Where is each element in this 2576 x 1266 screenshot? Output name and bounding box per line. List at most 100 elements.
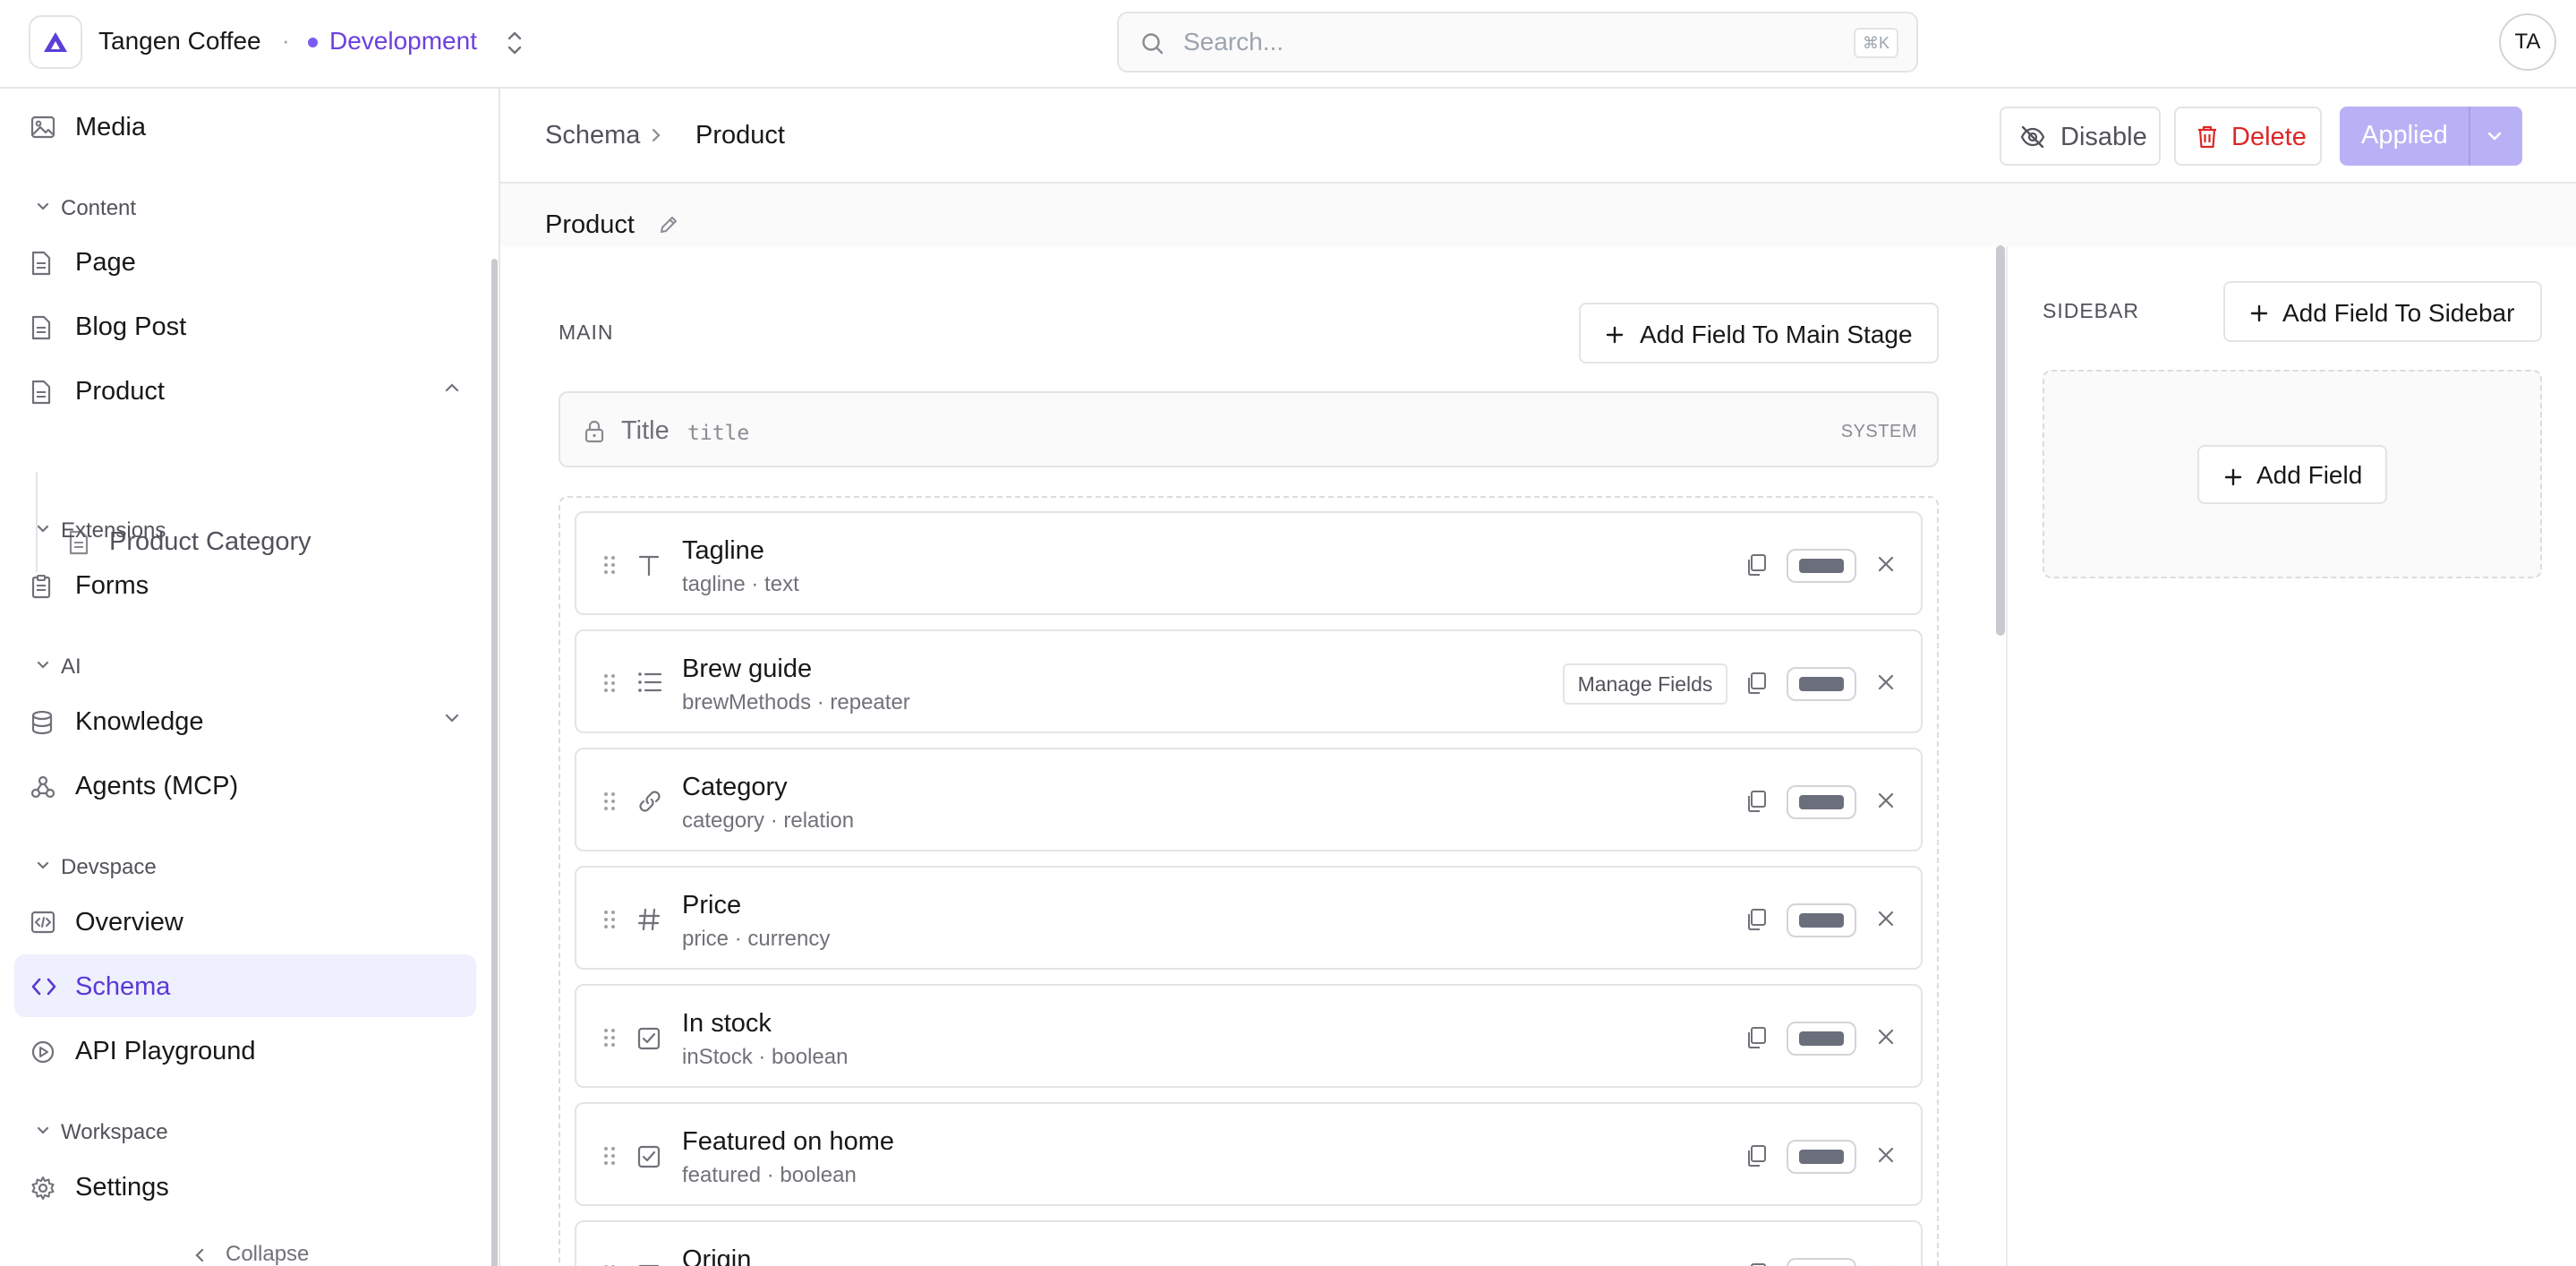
org-name[interactable]: Tangen Coffee — [98, 27, 261, 56]
field-card-brew-guide[interactable]: Brew guide brewMethods · repeater Manage… — [575, 629, 1923, 733]
database-icon — [30, 710, 54, 735]
sidebar-item-agents[interactable]: Agents (MCP) — [14, 754, 476, 817]
field-card-price[interactable]: Price price · currency — [575, 866, 1923, 970]
manage-fields-button[interactable]: Manage Fields — [1563, 663, 1727, 705]
sidebar-scrollbar[interactable] — [491, 259, 498, 1266]
list-icon — [637, 671, 662, 694]
chevron-down-icon[interactable] — [444, 713, 460, 723]
add-field-to-sidebar-button[interactable]: Add Field To Sidebar — [2223, 281, 2542, 342]
field-toggle[interactable] — [1787, 667, 1856, 701]
field-card-in-stock[interactable]: In stock inStock · boolean — [575, 984, 1923, 1088]
drag-handle-icon[interactable] — [603, 791, 616, 812]
close-icon[interactable] — [1876, 554, 1896, 574]
copy-icon[interactable] — [1745, 908, 1767, 931]
sidebar-item-forms[interactable]: Forms — [14, 553, 476, 616]
main-stage-scrollbar[interactable] — [1996, 245, 2005, 636]
drag-handle-icon[interactable] — [603, 554, 616, 576]
field-card-featured[interactable]: Featured on home featured · boolean — [575, 1102, 1923, 1206]
field-card-category[interactable]: Category category · relation — [575, 748, 1923, 851]
plus-icon — [2224, 468, 2242, 486]
add-field-button[interactable]: Add Field — [2197, 445, 2387, 504]
hash-icon — [637, 907, 661, 932]
plus-icon — [1606, 326, 1624, 344]
chevron-left-icon — [193, 1247, 206, 1263]
sidebar-item-schema[interactable]: Schema — [14, 954, 476, 1017]
disable-button[interactable]: Disable — [2000, 107, 2161, 166]
search-shortcut-badge: ⌘K — [1853, 28, 1898, 58]
chevron-down-icon — [36, 1125, 50, 1136]
logo[interactable] — [29, 15, 82, 69]
close-icon[interactable] — [1876, 1145, 1896, 1165]
sidebar-item-product[interactable]: Product — [14, 359, 476, 422]
drag-handle-icon[interactable] — [603, 1145, 616, 1167]
close-icon[interactable] — [1876, 791, 1896, 810]
copy-icon[interactable] — [1745, 553, 1767, 577]
sidebar-item-label: Settings — [75, 1173, 169, 1202]
close-icon[interactable] — [1876, 909, 1896, 928]
sidebar-item-label: Overview — [75, 908, 183, 937]
add-field-to-sidebar-label: Add Field To Sidebar — [2282, 299, 2515, 327]
search-box[interactable]: ⌘K — [1117, 12, 1918, 73]
delete-label: Delete — [2231, 123, 2307, 151]
avatar[interactable]: TA — [2499, 13, 2556, 71]
text-type-icon — [637, 1262, 661, 1266]
drag-handle-icon[interactable] — [603, 672, 616, 694]
copy-icon[interactable] — [1745, 1026, 1767, 1049]
sidebar-item-page[interactable]: Page — [14, 230, 476, 293]
field-toggle[interactable] — [1787, 785, 1856, 819]
lock-icon — [584, 420, 605, 443]
trash-icon — [2196, 124, 2219, 150]
field-card-tagline[interactable]: Tagline tagline · text — [575, 511, 1923, 615]
copy-icon[interactable] — [1745, 790, 1767, 813]
field-meta: price · currency — [682, 927, 831, 951]
toggle-knob — [1799, 913, 1844, 928]
chevron-down-icon — [36, 860, 50, 871]
main-stage-label: MAIN — [559, 321, 614, 344]
applied-button[interactable]: Applied — [2340, 107, 2522, 166]
field-toggle[interactable] — [1787, 1258, 1856, 1266]
link-icon — [637, 789, 662, 814]
field-toggle[interactable] — [1787, 1022, 1856, 1056]
field-toggle[interactable] — [1787, 549, 1856, 583]
text-type-icon — [637, 552, 661, 577]
delete-button[interactable]: Delete — [2174, 107, 2322, 166]
schema-title-bar: Product — [500, 184, 2576, 246]
sidebar-item-knowledge[interactable]: Knowledge — [14, 689, 476, 752]
breadcrumb-schema[interactable]: Schema — [545, 121, 640, 150]
schema-name: Product — [545, 210, 635, 239]
environment-name[interactable]: Development — [329, 27, 477, 56]
stage-divider — [2006, 246, 2008, 1266]
chevron-right-icon — [650, 126, 662, 144]
sidebar-item-api-playground[interactable]: API Playground — [14, 1019, 476, 1082]
copy-icon[interactable] — [1745, 671, 1767, 695]
toggle-knob — [1799, 1031, 1844, 1046]
system-title-field: Title title SYSTEM — [559, 391, 1939, 467]
copy-icon[interactable] — [1745, 1262, 1767, 1266]
environment-switch-icon[interactable] — [503, 28, 526, 58]
toggle-knob — [1799, 1150, 1844, 1164]
sidebar-item-overview[interactable]: Overview — [14, 890, 476, 953]
sidebar-item-settings[interactable]: Settings — [14, 1155, 476, 1218]
chevron-up-icon[interactable] — [444, 382, 460, 393]
field-meta: inStock · boolean — [682, 1045, 849, 1069]
close-icon[interactable] — [1876, 672, 1896, 692]
drag-handle-icon[interactable] — [603, 1027, 616, 1048]
pencil-icon[interactable] — [658, 214, 679, 235]
sidebar-item-label: Page — [75, 248, 136, 277]
field-card-origin[interactable]: Origin — [575, 1220, 1923, 1266]
sidebar-item-blog-post[interactable]: Blog Post — [14, 295, 476, 357]
close-icon[interactable] — [1876, 1027, 1896, 1047]
sidebar-item-media[interactable]: Media — [14, 95, 476, 158]
drag-handle-icon[interactable] — [603, 909, 616, 930]
system-badge: SYSTEM — [1840, 422, 1917, 441]
add-field-to-main-button[interactable]: Add Field To Main Stage — [1579, 303, 1939, 364]
field-toggle[interactable] — [1787, 903, 1856, 937]
section-label: AI — [61, 654, 81, 679]
add-field-to-main-label: Add Field To Main Stage — [1640, 321, 1913, 348]
document-icon — [30, 380, 52, 405]
sidebar-item-label: Agents (MCP) — [75, 772, 239, 800]
chevron-down-icon[interactable] — [2485, 126, 2504, 146]
copy-icon[interactable] — [1745, 1144, 1767, 1168]
search-input[interactable] — [1183, 26, 1810, 58]
field-toggle[interactable] — [1787, 1140, 1856, 1174]
